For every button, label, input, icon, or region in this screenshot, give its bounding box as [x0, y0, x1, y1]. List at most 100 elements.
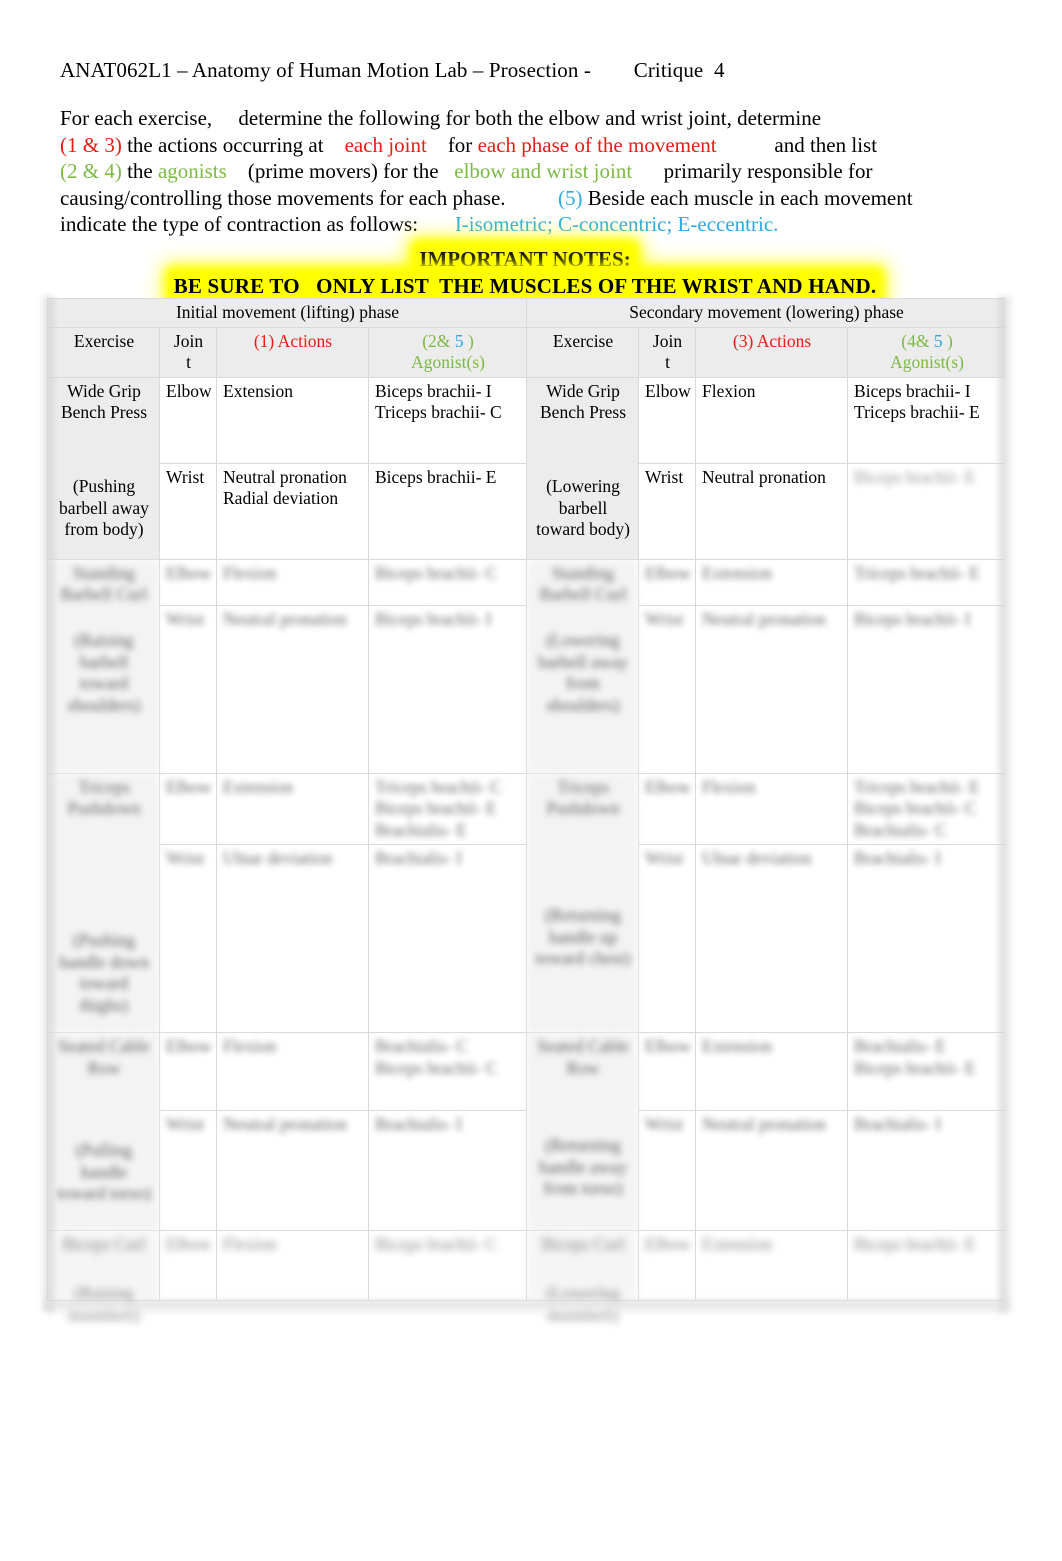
row3-exercise-right: Triceps Pushdown [526, 772, 640, 1033]
header-actions-initial: (1) Actions [216, 326, 369, 378]
row3-actions-right-wrist: Ulnar deviation [695, 844, 849, 1033]
header-joint-initial-l1: Join [173, 330, 204, 351]
row1-exercise-note-left: (Pushing barbell away from body) [59, 476, 149, 539]
header-agonists-secondary-num-a: (4& [901, 330, 930, 351]
header-joint-initial: Join t [159, 326, 217, 378]
header-actions-secondary-label: Actions [753, 330, 812, 351]
header-agonists-secondary-label: Agonist(s) [890, 352, 964, 372]
row2-exercise-note-left: (Raising barbell toward shoulders) [67, 630, 141, 715]
header-agonists-initial-num-c: ) [463, 330, 474, 351]
row1-agonists-left-elbow: Biceps brachii- I Triceps brachii- C [367, 376, 528, 464]
row4-actions-right-wrist: Neutral pronation [695, 1110, 849, 1231]
row3-agonists-left-elbow: Triceps brachii- C Biceps brachii- E Bra… [367, 772, 528, 845]
header-actions-secondary-num: (3) [732, 330, 754, 351]
header-joint-secondary-l1: Join [652, 330, 683, 351]
row2-actions-left-elbow: Flexion [216, 558, 369, 606]
row4-exercise-right: Seated Cable Row [526, 1032, 640, 1231]
instruction-line-2: (1 & 3) the actions occurring at each jo… [60, 132, 990, 159]
header-agonists-secondary-num-c: ) [942, 330, 953, 351]
critique-table-container: Initial movement (lifting) phase Seconda… [47, 298, 1005, 1310]
instruction-line-4-text-a: causing/controlling those movements for … [60, 185, 559, 210]
header-agonists-secondary-num-b: 5 [929, 330, 943, 351]
instructions-block: For each exercise, determine the followi… [60, 105, 990, 238]
row4-agonists-right-wrist: Brachialis- I [847, 1110, 1005, 1231]
row4-joint-left-wrist: Wrist [159, 1110, 217, 1231]
row2-agonists-left-elbow: Biceps brachii- C [367, 558, 528, 606]
table-column-header-row: Exercise Join t (1) Actions (2& 5 ) Agonis… [47, 326, 1005, 378]
worksheet-page: ANAT062L1 – Anatomy of Human Motion Lab … [0, 0, 1062, 1561]
row1-agonists-right-elbow: Biceps brachii- I Triceps brachii- E [847, 376, 1005, 464]
row4-joint-left-elbow: Elbow [159, 1032, 217, 1111]
row4-agonists-left-wrist: Brachialis- I [367, 1110, 528, 1231]
row3-agonists-left-wrist: Brachialis- I [367, 844, 528, 1033]
phrase-each-phase: each phase of the movement [477, 132, 717, 157]
row2-agonists-right-elbow: Triceps brachii- E [847, 558, 1005, 606]
critique-table: Initial movement (lifting) phase Seconda… [47, 298, 1005, 1301]
page-title: ANAT062L1 – Anatomy of Human Motion Lab … [60, 58, 725, 82]
row1-actions-right-wrist: Neutral pronation [695, 462, 849, 560]
row5-exercise-note-right: (Lowering dumbbell) [546, 1283, 620, 1325]
notes-body: BE SURE TO ONLY LIST THE MUSCLES OF THE … [171, 273, 879, 300]
header-agonists-initial-label: Agonist(s) [411, 352, 485, 372]
table-row: Standing Barbell Curl Elbow Flexion Bice… [47, 558, 1005, 774]
header-exercise-secondary: Exercise [526, 326, 640, 378]
row4-actions-left-elbow: Flexion [216, 1032, 369, 1111]
phrase-elbow-and-wrist-joint: elbow and wrist joint [443, 159, 633, 183]
instruction-line-5: indicate the type of contraction as foll… [60, 211, 990, 238]
instruction-line-4: causing/controlling those movements for … [60, 185, 990, 212]
row4-agonists-right-elbow: Brachialis- E Biceps brachii- E [847, 1032, 1005, 1111]
table-row: Biceps Curl Elbow Flexion Biceps brachii… [47, 1230, 1005, 1301]
instruction-line-2-text-b: for [426, 132, 478, 157]
header-agonists-initial-num-b: 5 [450, 330, 464, 351]
row4-exercise-note-left: (Pulling handle toward torso) [57, 1140, 151, 1203]
marker-1-and-3: (1 & 3) [60, 132, 122, 157]
header-joint-secondary: Join t [638, 326, 697, 378]
marker-5: (5) [558, 185, 583, 210]
row3-exercise-note-right: (Returning handle up toward chest) [535, 905, 631, 968]
table-row: Wide Grip Bench Press Elbow Extension Bi… [47, 376, 1005, 560]
row1-joint-left-elbow: Elbow [159, 376, 217, 464]
row2-joint-right-elbow: Elbow [638, 558, 697, 606]
row1-actions-right-elbow: Flexion [695, 376, 849, 464]
table-row: Wrist Neutral pronation Biceps brachii- … [48, 604, 1005, 774]
table-row: Wrist Ulnar deviation Brachialis- I Wris… [48, 844, 1005, 1033]
notes-heading-line: IMPORTANT NOTES: [60, 246, 990, 273]
instruction-line-3-text-a: the [121, 159, 158, 183]
table-row: Wrist Neutral pronation Brachialis- I Wr… [48, 1110, 1005, 1231]
instruction-line-2-text-c: and then list [716, 132, 878, 157]
header-agonists-initial: (2& 5 ) Agonist(s) [367, 326, 528, 378]
row3-agonists-right-elbow: Triceps brachii- E Biceps brachii- C Bra… [847, 772, 1005, 845]
row5-actions-left-elbow: Flexion [216, 1230, 369, 1301]
row2-agonists-left-wrist: Biceps brachii- I [367, 604, 528, 774]
header-actions-secondary: (3) Actions [695, 326, 849, 378]
row2-joint-right-wrist: Wrist [638, 604, 697, 774]
instruction-line-3-text-b: (prime movers) for the [226, 159, 444, 183]
row3-exercise-note-left: (Pushing handle down toward thighs) [59, 930, 149, 1015]
header-exercise-initial: Exercise [47, 326, 160, 378]
row2-exercise-note-right: (Lowering barbell away from shoulders) [538, 630, 628, 715]
notes-heading: IMPORTANT NOTES: [417, 246, 633, 273]
notes-body-line: BE SURE TO ONLY LIST THE MUSCLES OF THE … [60, 273, 990, 300]
row2-actions-right-elbow: Extension [695, 558, 849, 606]
row5-joint-right-elbow: Elbow [638, 1230, 697, 1301]
row5-exercise-note-left: (Raising dumbbell) [68, 1283, 140, 1325]
row5-actions-right-elbow: Extension [695, 1230, 849, 1301]
row1-exercise-note-right: (Lowering barbell toward body) [536, 476, 630, 539]
row3-joint-left-wrist: Wrist [159, 844, 217, 1033]
header-joint-initial-l2: t [186, 352, 191, 372]
row4-joint-right-wrist: Wrist [638, 1110, 697, 1231]
phrase-each-joint: each joint [328, 132, 427, 157]
row4-exercise-note-right: (Returning handle away from torso) [539, 1135, 627, 1198]
header-actions-initial-num: (1) [253, 330, 275, 351]
row2-actions-left-wrist: Neutral pronation [216, 604, 369, 774]
row3-joint-left-elbow: Elbow [159, 772, 217, 845]
phase-header-initial: Initial movement (lifting) phase [47, 298, 528, 328]
header-agonists-secondary: (4& 5 ) Agonist(s) [847, 326, 1005, 378]
row2-actions-right-wrist: Neutral pronation [695, 604, 849, 774]
header-joint-secondary-l2: t [665, 352, 670, 372]
marker-2-and-4: (2 & 4) [60, 159, 122, 183]
instruction-line-5-text: indicate the type of contraction as foll… [60, 212, 455, 236]
contraction-key: I-isometric; C-concentric; E-eccentric. [454, 212, 779, 236]
row4-actions-right-elbow: Extension [695, 1032, 849, 1111]
row3-actions-left-wrist: Ulnar deviation [216, 844, 369, 1033]
